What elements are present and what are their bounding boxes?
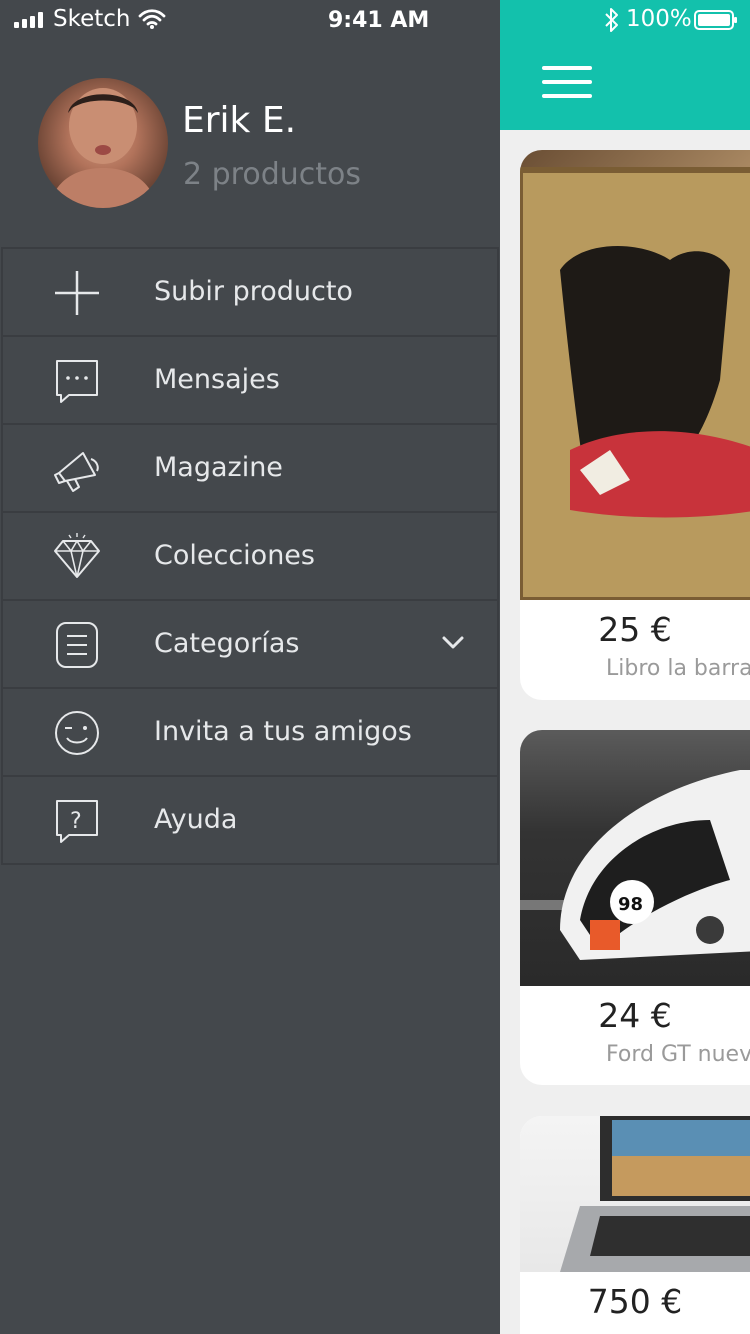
menu-item-label: Mensajes <box>154 364 280 395</box>
product-photo: 98 <box>520 730 750 986</box>
product-price: 25 € <box>598 610 672 649</box>
product-photo <box>520 1116 750 1272</box>
avatar[interactable] <box>38 78 168 208</box>
menu-item-mensajes[interactable]: Mensajes <box>1 337 499 425</box>
product-card[interactable]: 750 € <box>520 1116 750 1334</box>
product-card[interactable]: 98 24 € Ford GT nuev <box>520 730 750 1085</box>
user-product-count: 2 productos <box>183 157 361 192</box>
menu-item-magazine[interactable]: Magazine <box>1 425 499 513</box>
menu-item-subir-producto[interactable]: Subir producto <box>1 249 499 337</box>
product-feed: 25 € Libro la barra 98 24 € Ford GT nuev <box>500 0 750 1334</box>
menu-item-ayuda[interactable]: ? Ayuda <box>1 777 499 865</box>
menu-item-label: Colecciones <box>154 540 315 571</box>
product-photo <box>520 150 750 600</box>
battery-icon <box>694 10 738 30</box>
carrier-name: Sketch <box>53 6 131 32</box>
question-mark-glyph: ? <box>70 809 82 834</box>
bluetooth-icon <box>603 6 621 34</box>
menu-item-colecciones[interactable]: Colecciones <box>1 513 499 601</box>
battery-percentage: 100% <box>626 6 692 32</box>
side-drawer: Erik E. 2 productos Subir producto Mensa… <box>0 0 500 1334</box>
wifi-icon <box>138 8 166 30</box>
product-price: 24 € <box>598 996 672 1035</box>
chevron-down-icon[interactable] <box>441 635 465 651</box>
status-bar: Sketch 9:41 AM 100% <box>0 0 750 40</box>
signal-strength-icon <box>14 12 46 28</box>
wink-face-icon <box>53 709 101 757</box>
diamond-icon <box>53 533 101 581</box>
chat-bubble-icon <box>53 357 101 405</box>
menu-item-invita-amigos[interactable]: Invita a tus amigos <box>1 689 499 777</box>
product-title: Ford GT nuev <box>606 1042 750 1067</box>
menu-item-categorias[interactable]: Categorías <box>1 601 499 689</box>
help-icon: ? <box>53 797 101 845</box>
drawer-menu: Subir producto Mensajes Magazine Colecci… <box>1 247 499 865</box>
user-name[interactable]: Erik E. <box>182 100 296 141</box>
menu-item-label: Magazine <box>154 452 283 483</box>
product-title: Libro la barra <box>606 656 750 681</box>
product-price: 750 € <box>587 1282 683 1321</box>
menu-item-label: Ayuda <box>154 804 238 835</box>
hamburger-menu-icon[interactable] <box>542 66 592 100</box>
product-card[interactable]: 25 € Libro la barra <box>520 150 750 700</box>
megaphone-icon <box>53 445 101 493</box>
list-icon <box>53 621 101 669</box>
race-number-decal: 98 <box>618 894 643 915</box>
plus-icon <box>53 269 101 317</box>
menu-item-label: Categorías <box>154 628 300 659</box>
menu-item-label: Subir producto <box>154 276 353 307</box>
status-time: 9:41 AM <box>328 8 430 33</box>
menu-item-label: Invita a tus amigos <box>154 716 412 747</box>
